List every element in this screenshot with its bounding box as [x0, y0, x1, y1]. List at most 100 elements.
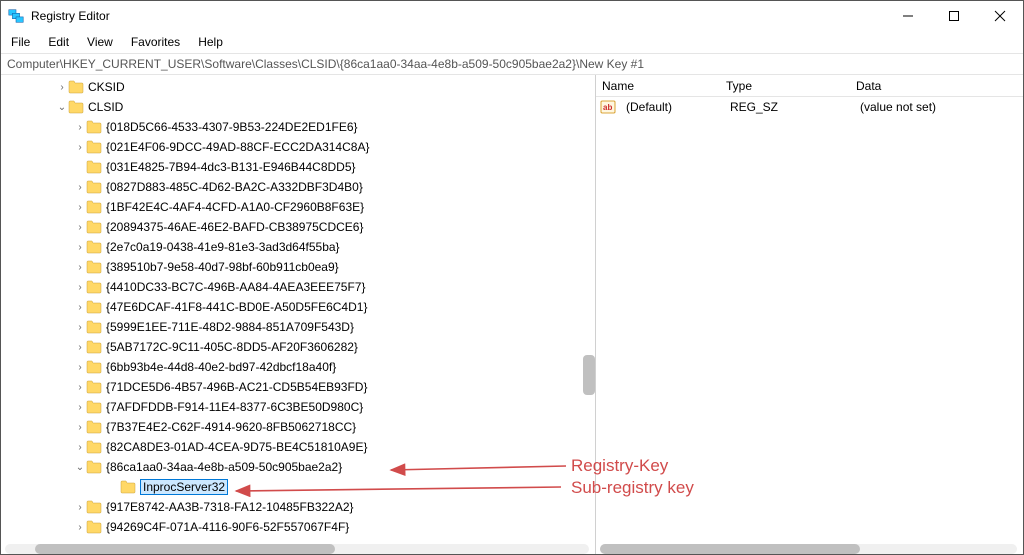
tree-key-label: {021E4F06-9DCC-49AD-88CF-ECC2DA314C8A}	[106, 140, 369, 154]
tree-key-editing[interactable]: InprocServer32	[140, 479, 228, 495]
tree-key-label: {5999E1EE-711E-48D2-9884-851A709F543D}	[106, 320, 354, 334]
maximize-button[interactable]	[931, 1, 977, 31]
close-button[interactable]	[977, 1, 1023, 31]
folder-icon	[86, 420, 102, 434]
tree-row[interactable]: ›{20894375-46AE-46E2-BAFD-CB38975CDCE6}	[1, 217, 595, 237]
expand-icon[interactable]: ›	[56, 82, 68, 93]
tree-row[interactable]: InprocServer32	[1, 477, 595, 497]
header-type[interactable]: Type	[726, 79, 856, 93]
tree-key-label: {1BF42E4C-4AF4-4CFD-A1A0-CF2960B8F63E}	[106, 200, 364, 214]
tree-key-label: {7AFDFDDB-F914-11E4-8377-6C3BE50D980C}	[106, 400, 363, 414]
value-row[interactable]: ab (Default) REG_SZ (value not set)	[596, 97, 1023, 117]
registry-tree[interactable]: › CKSID ⌄CLSID › {018D5C66-4533-4307-9B53-22…	[1, 75, 595, 537]
expand-icon[interactable]: ›	[74, 522, 86, 533]
folder-icon	[86, 400, 102, 414]
tree-key-label: {7B37E4E2-C62F-4914-9620-8FB5062718CC}	[106, 420, 356, 434]
tree-row[interactable]: › CKSID	[1, 77, 595, 97]
expand-icon[interactable]: ›	[74, 122, 86, 133]
folder-icon	[86, 120, 102, 134]
tree-row[interactable]: ›{389510b7-9e58-40d7-98bf-60b911cb0ea9}	[1, 257, 595, 277]
expand-icon[interactable]: ›	[74, 282, 86, 293]
tree-key-label: {82CA8DE3-01AD-4CEA-9D75-BE4C51810A9E}	[106, 440, 368, 454]
folder-icon	[86, 320, 102, 334]
tree-row[interactable]: › {82CA8DE3-01AD-4CEA-9D75-BE4C51810A9E}	[1, 437, 595, 457]
string-value-icon: ab	[600, 99, 616, 115]
tree-key-label: CKSID	[88, 80, 125, 94]
tree-row[interactable]: {031E4825-7B94-4dc3-B131-E946B44C8DD5}	[1, 157, 595, 177]
tree-row[interactable]: › {7AFDFDDB-F914-11E4-8377-6C3BE50D980C}	[1, 397, 595, 417]
minimize-button[interactable]	[885, 1, 931, 31]
expand-icon[interactable]: ›	[74, 402, 86, 413]
tree-row[interactable]: › {021E4F06-9DCC-49AD-88CF-ECC2DA314C8A}	[1, 137, 595, 157]
address-bar[interactable]: Computer\HKEY_CURRENT_USER\Software\Clas…	[1, 53, 1023, 75]
menu-file[interactable]: File	[11, 35, 30, 49]
tree-key-label: {5AB7172C-9C11-405C-8DD5-AF20F3606282}	[106, 340, 358, 354]
expand-icon[interactable]: ›	[74, 222, 86, 233]
tree-row[interactable]: ⌄ {86ca1aa0-34aa-4e8b-a509-50c905bae2a2}	[1, 457, 595, 477]
folder-icon	[120, 480, 136, 494]
folder-icon	[86, 520, 102, 534]
menu-view[interactable]: View	[87, 35, 113, 49]
tree-row[interactable]: › {018D5C66-4533-4307-9B53-224DE2ED1FE6}	[1, 117, 595, 137]
svg-text:ab: ab	[603, 103, 612, 112]
tree-row[interactable]: › {94269C4F-071A-4116-90F6-52F557067F4F}	[1, 517, 595, 537]
expand-icon[interactable]: ›	[74, 262, 86, 273]
tree-row[interactable]: ⌄CLSID	[1, 97, 595, 117]
folder-icon	[86, 200, 102, 214]
tree-key-label: {94269C4F-071A-4116-90F6-52F557067F4F}	[106, 520, 349, 534]
folder-icon	[86, 220, 102, 234]
values-pane: Name Type Data ab (Default) REG_SZ (valu…	[596, 75, 1023, 554]
folder-icon	[86, 260, 102, 274]
header-name[interactable]: Name	[596, 79, 726, 93]
tree-key-label: {86ca1aa0-34aa-4e8b-a509-50c905bae2a2}	[106, 460, 342, 474]
menu-favorites[interactable]: Favorites	[131, 35, 180, 49]
tree-row[interactable]: ›{0827D883-485C-4D62-BA2C-A332DBF3D4B0}	[1, 177, 595, 197]
menu-help[interactable]: Help	[198, 35, 223, 49]
expand-icon[interactable]: ›	[74, 322, 86, 333]
folder-icon	[86, 460, 102, 474]
tree-row[interactable]: › {2e7c0a19-0438-41e9-81e3-3ad3d64f55ba}	[1, 237, 595, 257]
tree-key-label: {018D5C66-4533-4307-9B53-224DE2ED1FE6}	[106, 120, 358, 134]
folder-icon	[86, 300, 102, 314]
value-data: (value not set)	[860, 100, 1023, 114]
menu-edit[interactable]: Edit	[48, 35, 69, 49]
expand-icon[interactable]: ›	[74, 302, 86, 313]
tree-row[interactable]: › {7B37E4E2-C62F-4914-9620-8FB5062718CC}	[1, 417, 595, 437]
expand-icon[interactable]: ›	[74, 342, 86, 353]
header-data[interactable]: Data	[856, 79, 1023, 93]
expand-icon[interactable]: ›	[74, 382, 86, 393]
tree-key-label: {031E4825-7B94-4dc3-B131-E946B44C8DD5}	[106, 160, 356, 174]
tree-vertical-scrollbar[interactable]	[583, 165, 595, 385]
tree-key-label: {47E6DCAF-41F8-441C-BD0E-A50D5FE6C4D1}	[106, 300, 367, 314]
tree-key-label: {6bb93b4e-44d8-40e2-bd97-42dbcf18a40f}	[106, 360, 336, 374]
folder-icon	[86, 360, 102, 374]
tree-row[interactable]: › {5AB7172C-9C11-405C-8DD5-AF20F3606282}	[1, 337, 595, 357]
expand-icon[interactable]: ›	[74, 422, 86, 433]
menu-bar: File Edit View Favorites Help	[1, 31, 1023, 53]
values-horizontal-scrollbar[interactable]	[600, 544, 1017, 554]
tree-row[interactable]: › {47E6DCAF-41F8-441C-BD0E-A50D5FE6C4D1}	[1, 297, 595, 317]
tree-row[interactable]: › {6bb93b4e-44d8-40e2-bd97-42dbcf18a40f}	[1, 357, 595, 377]
expand-icon[interactable]: ›	[74, 242, 86, 253]
tree-row[interactable]: ›{917E8742-AA3B-7318-FA12-10485FB322A2}	[1, 497, 595, 517]
title-bar: Registry Editor	[1, 1, 1023, 31]
tree-row[interactable]: › {5999E1EE-711E-48D2-9884-851A709F543D}	[1, 317, 595, 337]
expand-icon[interactable]: ›	[74, 142, 86, 153]
expand-icon[interactable]: ›	[74, 362, 86, 373]
regedit-icon	[7, 7, 25, 25]
tree-key-label: {2e7c0a19-0438-41e9-81e3-3ad3d64f55ba}	[106, 240, 340, 254]
expand-icon[interactable]: ›	[74, 182, 86, 193]
folder-icon	[86, 500, 102, 514]
tree-row[interactable]: ›{71DCE5D6-4B57-496B-AC21-CD5B54EB93FD}	[1, 377, 595, 397]
folder-icon	[86, 340, 102, 354]
tree-row[interactable]: › {1BF42E4C-4AF4-4CFD-A1A0-CF2960B8F63E}	[1, 197, 595, 217]
tree-horizontal-scrollbar[interactable]	[5, 544, 589, 554]
expand-icon[interactable]: ⌄	[74, 462, 86, 473]
expand-icon[interactable]: ›	[74, 202, 86, 213]
folder-icon	[68, 100, 84, 114]
tree-row[interactable]: ›{4410DC33-BC7C-496B-AA84-4AEA3EEE75F7}	[1, 277, 595, 297]
value-type: REG_SZ	[730, 100, 860, 114]
expand-icon[interactable]: ›	[74, 502, 86, 513]
expand-icon[interactable]: ⌄	[56, 102, 68, 113]
expand-icon[interactable]: ›	[74, 442, 86, 453]
